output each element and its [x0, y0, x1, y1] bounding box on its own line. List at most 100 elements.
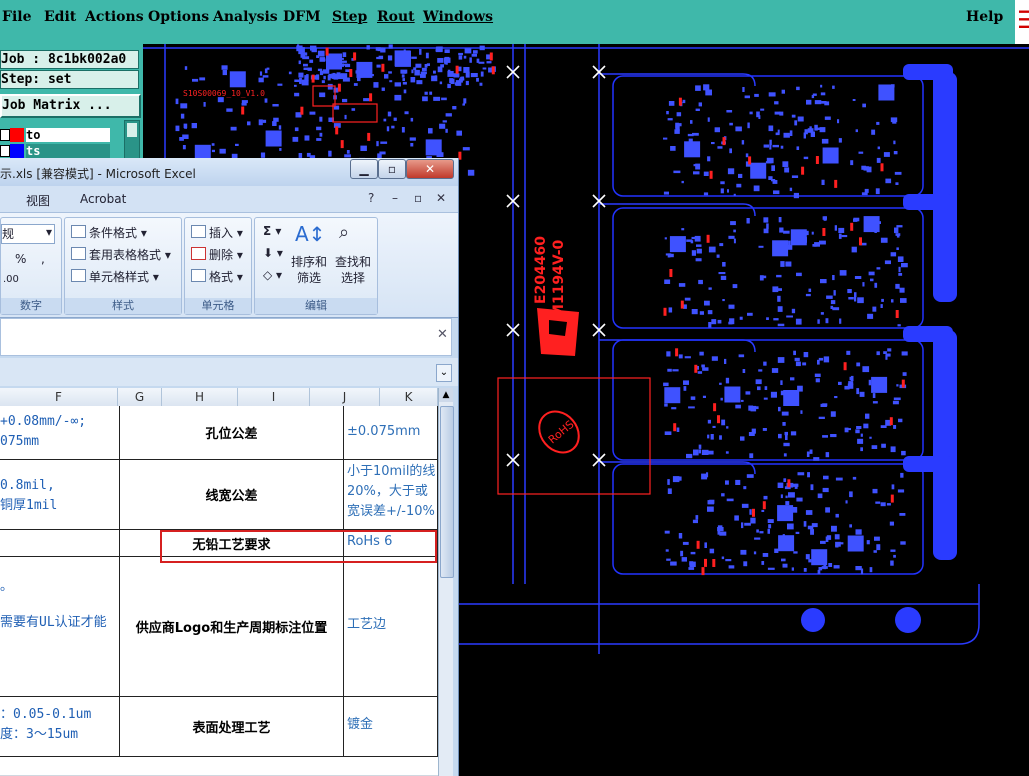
number-format-value: 规: [2, 227, 15, 241]
col-header-i[interactable]: I: [238, 388, 310, 406]
close-icon[interactable]: ✕: [437, 327, 448, 342]
cells-group-label: 单元格: [185, 298, 251, 314]
menu-edit[interactable]: Edit: [44, 9, 76, 25]
rohs-mark-icon: RoHS: [538, 410, 580, 454]
scroll-thumb[interactable]: [440, 406, 454, 578]
layer-color-swatch: [10, 128, 24, 142]
rohs-mark-text: RoHS: [546, 418, 577, 447]
expand-formula-icon[interactable]: ⌄: [436, 364, 452, 382]
ribbon-minimize-icon[interactable]: –: [392, 191, 398, 205]
insert-icon: [191, 225, 206, 238]
percent-button[interactable]: %: [15, 252, 26, 266]
worksheet[interactable]: +0.08mm/-∞; 075mm 孔位公差 ±0.075mm 0.8mil, …: [0, 406, 438, 776]
conditional-format-button[interactable]: 条件格式 ▾: [71, 224, 147, 241]
cell-f-row1[interactable]: +0.08mm/-∞; 075mm: [0, 406, 120, 460]
empty-row[interactable]: [0, 757, 438, 776]
board-label: S10S00069_10_V1.0: [183, 89, 265, 98]
cell-f-row5[interactable]: ：0.05-0.1um 度：3～15um: [0, 697, 120, 757]
comma-button[interactable]: ,: [41, 252, 45, 266]
chevron-down-icon: ▾: [45, 225, 52, 239]
editing-group-label: 编辑: [255, 298, 377, 314]
cell-label-row4[interactable]: 供应商Logo和生产周期标注位置: [120, 557, 344, 697]
step-field: Step: set: [0, 70, 139, 89]
layer-row-ts[interactable]: ts: [0, 144, 112, 158]
col-header-g[interactable]: G: [118, 388, 162, 406]
cell-f-row4[interactable]: 。 需要有UL认证才能: [0, 557, 120, 697]
layer-name: to: [26, 128, 110, 142]
ribbon-close-icon[interactable]: ✕: [436, 191, 446, 205]
formula-expand-bar: ⌄: [0, 358, 458, 386]
number-format-select[interactable]: 规 ▾: [1, 224, 55, 244]
formula-bar[interactable]: ✕: [0, 318, 452, 356]
ul-logo-icon: [537, 308, 579, 356]
binoculars-icon: ⌕: [339, 222, 350, 243]
format-button[interactable]: 格式 ▾: [191, 268, 243, 285]
cell-label-row2[interactable]: 线宽公差: [120, 460, 344, 530]
menu-dfm[interactable]: DFM: [283, 9, 321, 25]
layer-name: ts: [26, 144, 110, 158]
cam-menubar: File Edit Actions Options Analysis DFM S…: [0, 0, 1029, 45]
fill-icon[interactable]: ⬇ ▾: [263, 246, 283, 260]
layer-list-scrollbar[interactable]: [124, 120, 140, 162]
ul-cert-number: E204460: [533, 236, 549, 304]
minimize-button[interactable]: ▁: [350, 159, 378, 179]
tab-acrobat[interactable]: Acrobat: [80, 192, 126, 206]
job-matrix-button[interactable]: Job Matrix ...: [0, 94, 141, 118]
ribbon-tabs: 视图 Acrobat ? – ▫ ✕: [0, 186, 458, 212]
vertical-scrollbar[interactable]: ▲: [438, 388, 454, 776]
layer-checkbox[interactable]: [0, 145, 10, 157]
sort-filter-button[interactable]: 排序和 筛选: [291, 254, 327, 286]
cell-value-row1[interactable]: ±0.075mm: [344, 406, 438, 460]
cell-f-row3[interactable]: [0, 530, 120, 557]
menu-options[interactable]: Options: [148, 9, 209, 25]
delete-button[interactable]: 删除 ▾: [191, 246, 243, 263]
ribbon-restore-icon[interactable]: ▫: [414, 191, 422, 205]
ribbon: 规 ▾ % , .00 数字 条件格式 ▾ 套用表格格式 ▾ 单元格样式 ▾ 样式…: [0, 212, 458, 318]
cell-value-row5[interactable]: 镀金: [344, 697, 438, 757]
col-header-f[interactable]: F: [0, 388, 118, 406]
col-header-h[interactable]: H: [162, 388, 238, 406]
sort-filter-icon: A↕: [295, 222, 326, 246]
cell-value-row2[interactable]: 小于10mil的线 20%，大于或 宽误差+/-10%: [344, 460, 438, 530]
delete-label: 删除: [209, 248, 234, 262]
col-header-k[interactable]: K: [380, 388, 438, 406]
decimal-icon[interactable]: .00: [3, 274, 19, 285]
layer-row-to[interactable]: to: [0, 128, 112, 142]
menu-rout[interactable]: Rout: [377, 9, 415, 25]
scroll-up-icon[interactable]: ▲: [439, 388, 453, 402]
cell-label-row5[interactable]: 表面处理工艺: [120, 697, 344, 757]
menu-help[interactable]: Help: [966, 9, 1003, 25]
cell-styles-icon: [71, 269, 86, 282]
cell-label-row1[interactable]: 孔位公差: [120, 406, 344, 460]
styles-group: 条件格式 ▾ 套用表格格式 ▾ 单元格样式 ▾ 样式: [64, 217, 182, 315]
cell-styles-button[interactable]: 单元格样式 ▾: [71, 268, 159, 285]
help-icon[interactable]: ?: [368, 191, 374, 205]
format-label: 格式: [209, 270, 234, 284]
close-button[interactable]: ✕: [406, 159, 454, 179]
autosum-icon[interactable]: Σ ▾: [263, 224, 281, 238]
conditional-format-label: 条件格式: [89, 226, 138, 240]
excel-title-bar[interactable]: 示.xls [兼容模式] - Microsoft Excel ▁ ▫ ✕: [0, 158, 458, 186]
menu-file[interactable]: File: [2, 9, 31, 25]
cell-f-row2[interactable]: 0.8mil, 铜厚1mil: [0, 460, 120, 530]
conditional-format-icon: [71, 225, 86, 238]
job-field: Job : 8c1bk002a0: [0, 50, 139, 69]
format-as-table-button[interactable]: 套用表格格式 ▾: [71, 246, 171, 263]
menu-actions[interactable]: Actions: [85, 9, 144, 25]
menu-analysis[interactable]: Analysis: [213, 9, 278, 25]
menu-step[interactable]: Step: [332, 9, 367, 25]
menu-windows[interactable]: Windows: [423, 9, 493, 25]
tab-view[interactable]: 视图: [26, 192, 50, 209]
layer-color-swatch: [10, 144, 24, 158]
number-group: 规 ▾ % , .00 数字: [0, 217, 62, 315]
find-select-button[interactable]: 查找和 选择: [335, 254, 371, 286]
highlight-box: [160, 530, 437, 563]
clear-icon[interactable]: ◇ ▾: [263, 268, 282, 282]
restore-button[interactable]: ▫: [378, 159, 406, 179]
cell-styles-label: 单元格样式: [89, 270, 150, 284]
cam-left-panel: Job : 8c1bk002a0 Step: set Job Matrix ..…: [0, 44, 143, 162]
insert-button[interactable]: 插入 ▾: [191, 224, 243, 241]
cell-value-row4[interactable]: 工艺边: [344, 557, 438, 697]
col-header-j[interactable]: J: [310, 388, 380, 406]
layer-checkbox[interactable]: [0, 129, 10, 141]
